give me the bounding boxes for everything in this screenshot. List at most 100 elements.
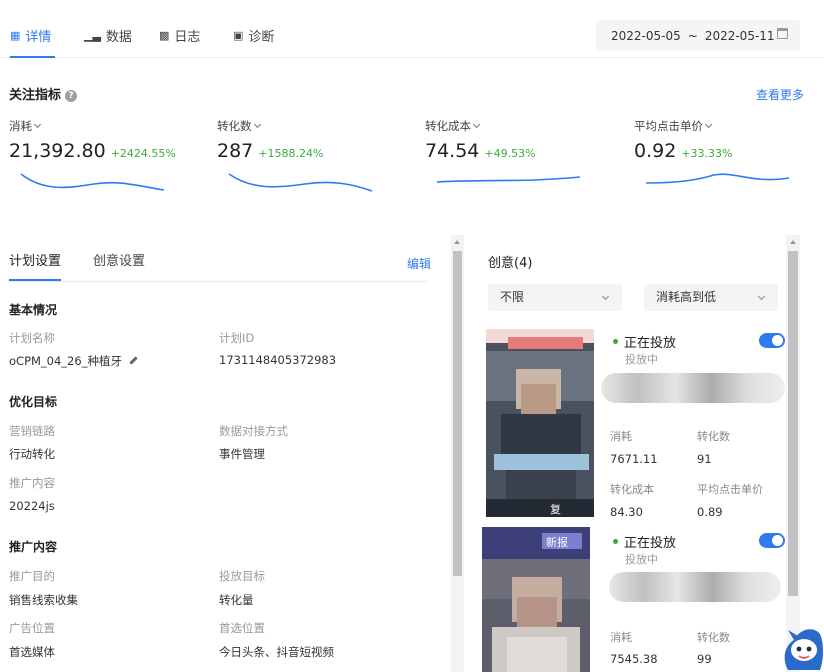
subtab-creative-settings[interactable]: 创意设置 <box>93 250 145 269</box>
stat-label: 转化数 <box>697 631 730 644</box>
marketing-chain-label: 营销链路 <box>9 424 55 438</box>
thumbnail-caption: 新报 <box>546 535 568 549</box>
tab-diagnose[interactable]: ▣ 诊断 <box>233 26 274 45</box>
metric-conversion-cost-value: 74.54 <box>425 140 480 162</box>
creative-thumbnail[interactable]: 新报 <box>482 527 590 672</box>
plan-name-label: 计划名称 <box>9 331 55 345</box>
edit-link[interactable]: 编辑 <box>407 255 431 272</box>
top-tab-bar: ▦ 详情 ▁▃ 数据 ▩ 日志 ▣ 诊断 2022-05-05 ~ 2022-0… <box>0 0 824 58</box>
metric-avg-click-price-value: 0.92 <box>634 140 677 162</box>
stat-value: 7671.11 <box>610 452 658 466</box>
metric-avg-click-price-sparkline <box>645 173 790 184</box>
chevron-down-icon <box>601 292 610 301</box>
metric-conversions-change: +1588.24% <box>258 147 324 160</box>
card-status: 正在投放 <box>613 332 676 351</box>
group-basic: 基本情况 <box>9 303 58 317</box>
preferred-position-label: 首选位置 <box>219 621 265 635</box>
chevron-down-icon <box>472 120 481 129</box>
stat-label: 转化成本 <box>610 483 654 496</box>
bar-chart-icon: ▁▃ <box>84 29 101 42</box>
metric-cost: 消耗 21,392.80 +2424.55% <box>9 118 199 196</box>
date-range-picker[interactable]: 2022-05-05 ~ 2022-05-11 <box>596 20 800 51</box>
chevron-down-icon <box>33 120 42 129</box>
stat-label: 消耗 <box>610 430 632 443</box>
pencil-icon[interactable] <box>129 356 138 365</box>
focus-metrics-title: 关注指标? <box>9 84 78 103</box>
filter-select[interactable]: 不限 <box>488 284 622 311</box>
delivery-target-value: 转化量 <box>219 593 254 607</box>
chevron-down-icon <box>704 120 713 129</box>
scroll-thumb[interactable] <box>453 251 462 576</box>
promote-purpose-value: 销售线索收集 <box>9 593 78 607</box>
date-start: 2022-05-05 <box>611 28 681 43</box>
tab-data[interactable]: ▁▃ 数据 <box>84 26 132 45</box>
blurred-title <box>609 572 781 602</box>
scroll-up-icon[interactable] <box>454 240 460 244</box>
active-tab-indicator <box>10 56 55 58</box>
creative-title: 创意(4) <box>488 256 533 271</box>
tab-detail[interactable]: ▦ 详情 <box>10 26 51 45</box>
metric-conversions: 转化数 287 +1588.24% <box>217 118 407 196</box>
plan-id-value: 1731148405372983 <box>219 353 337 367</box>
metric-avg-click-price-label[interactable]: 平均点击单价 <box>634 118 824 134</box>
delivery-target-label: 投放目标 <box>219 569 265 583</box>
metric-conversion-cost: 转化成本 74.54 +49.53% <box>425 118 615 196</box>
group-optimize: 优化目标 <box>9 395 58 409</box>
card-substatus: 投放中 <box>625 353 658 366</box>
stat-value: 84.30 <box>610 505 643 519</box>
promote-content-label: 推广内容 <box>9 476 55 490</box>
metric-cost-label[interactable]: 消耗 <box>9 118 199 134</box>
stat-label: 转化数 <box>697 430 730 443</box>
promote-content-value: 20224js <box>9 499 55 513</box>
sort-select[interactable]: 消耗高到低 <box>644 284 778 311</box>
log-icon: ▩ <box>159 29 170 42</box>
chevron-down-icon <box>253 120 261 129</box>
metric-cost-value: 21,392.80 <box>9 140 106 162</box>
delivery-toggle[interactable] <box>759 533 785 548</box>
scroll-thumb[interactable] <box>788 251 798 596</box>
view-more-link[interactable]: 查看更多 <box>756 86 804 103</box>
subtab-plan-settings[interactable]: 计划设置 <box>9 250 61 269</box>
creative-panel-scrollbar[interactable] <box>786 235 800 672</box>
marketing-chain-value: 行动转化 <box>9 447 55 461</box>
preferred-position-value: 今日头条、抖音短视频 <box>219 645 334 659</box>
metric-conversion-cost-sparkline <box>436 176 581 183</box>
assistant-mascot-icon[interactable] <box>780 620 824 672</box>
promote-purpose-label: 推广目的 <box>9 569 55 583</box>
plan-panel-scrollbar[interactable] <box>451 235 464 672</box>
status-dot-icon <box>613 339 618 344</box>
ad-position-value: 首选媒体 <box>9 645 55 659</box>
delivery-toggle[interactable] <box>759 333 785 348</box>
stat-value: 0.89 <box>697 505 723 519</box>
help-icon[interactable]: ? <box>65 90 78 102</box>
data-integration-label: 数据对接方式 <box>219 424 288 438</box>
blurred-title <box>601 373 785 403</box>
metric-avg-click-price: 平均点击单价 0.92 +33.33% <box>634 118 824 196</box>
creative-thumbnail[interactable]: 复 <box>486 329 594 517</box>
metric-conversion-cost-change: +49.53% <box>484 147 536 160</box>
stat-label: 平均点击单价 <box>697 483 763 496</box>
metric-conversions-value: 287 <box>217 140 254 162</box>
metric-cost-change: +2424.55% <box>110 147 176 160</box>
metric-cost-sparkline <box>20 173 165 191</box>
chevron-down-icon <box>757 292 766 301</box>
stat-label: 消耗 <box>610 631 632 644</box>
metric-conversion-cost-label[interactable]: 转化成本 <box>425 118 615 134</box>
plan-name-value: oCPM_04_26_种植牙 <box>9 353 138 369</box>
data-integration-value: 事件管理 <box>219 447 265 461</box>
metric-conversions-label[interactable]: 转化数 <box>217 118 407 134</box>
calendar-icon <box>777 28 788 39</box>
ad-position-label: 广告位置 <box>9 621 55 635</box>
status-dot-icon <box>613 539 618 544</box>
scroll-up-icon[interactable] <box>790 240 796 244</box>
plan-id-label: 计划ID <box>219 331 255 345</box>
tab-log[interactable]: ▩ 日志 <box>159 26 200 45</box>
card-status: 正在投放 <box>613 532 676 551</box>
group-promote: 推广内容 <box>9 540 58 554</box>
detail-icon: ▦ <box>10 29 21 42</box>
subtab-divider <box>9 281 427 282</box>
creative-panel: 创意(4) 不限 消耗高到低 复 正在投放 投放中 消耗 7671.11 转化数… <box>470 235 800 672</box>
stat-value: 7545.38 <box>610 652 658 666</box>
plan-settings-panel: 计划设置 创意设置 编辑 基本情况 计划名称 oCPM_04_26_种植牙 计划… <box>0 235 450 672</box>
stat-value: 99 <box>697 652 712 666</box>
